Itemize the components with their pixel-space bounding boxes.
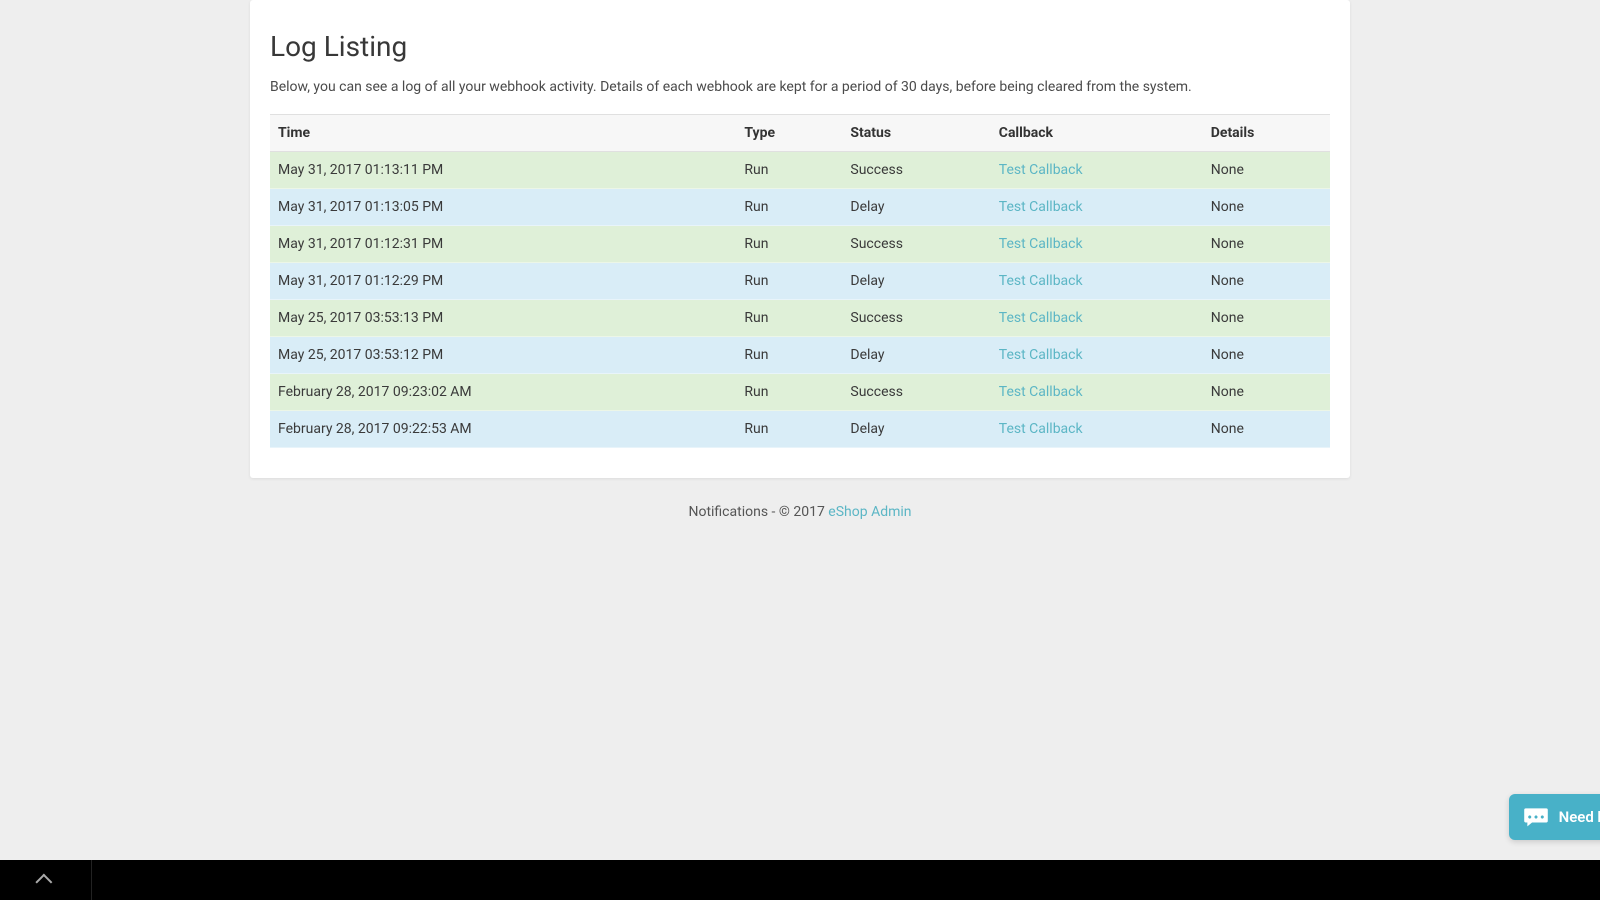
bottom-bar <box>0 860 1600 900</box>
table-body: May 31, 2017 01:13:11 PMRunSuccessTest C… <box>270 152 1330 448</box>
cell-time: May 31, 2017 01:12:31 PM <box>270 226 736 263</box>
test-callback-link[interactable]: Test Callback <box>999 199 1083 215</box>
chat-icon <box>1523 806 1549 828</box>
cell-type: Run <box>736 411 842 448</box>
table-row: February 28, 2017 09:23:02 AMRunSuccess T… <box>270 374 1330 411</box>
chevron-up-icon <box>35 874 52 891</box>
cell-callback: Test Callback <box>991 300 1203 337</box>
table-row: May 25, 2017 03:53:12 PMRunDelay Test Cal… <box>270 337 1330 374</box>
table-row: May 31, 2017 01:13:11 PMRunSuccess Test C… <box>270 152 1330 189</box>
cell-callback: Test Callback <box>991 226 1203 263</box>
cell-details: None <box>1203 152 1330 189</box>
cell-time: February 28, 2017 09:23:02 AM <box>270 374 736 411</box>
cell-time: May 31, 2017 01:12:29 PM <box>270 263 736 300</box>
table-row: May 31, 2017 01:13:05 PMRunDelay Test Cal… <box>270 189 1330 226</box>
col-header-type: Type <box>736 115 842 152</box>
cell-time: May 31, 2017 01:13:05 PM <box>270 189 736 226</box>
log-table: Time Type Status Callback Details May 31… <box>270 114 1330 448</box>
footer-link[interactable]: eShop Admin <box>828 504 911 520</box>
log-card: Log Listing Below, you can see a log of … <box>250 0 1350 478</box>
cell-status: Delay <box>842 189 990 226</box>
page-title: Log Listing <box>270 20 1330 63</box>
cell-status: Success <box>842 300 990 337</box>
cell-details: None <box>1203 226 1330 263</box>
test-callback-link[interactable]: Test Callback <box>999 236 1083 252</box>
cell-type: Run <box>736 263 842 300</box>
cell-callback: Test Callback <box>991 411 1203 448</box>
test-callback-link[interactable]: Test Callback <box>999 273 1083 289</box>
cell-type: Run <box>736 337 842 374</box>
test-callback-link[interactable]: Test Callback <box>999 347 1083 363</box>
cell-callback: Test Callback <box>991 263 1203 300</box>
table-row: May 25, 2017 03:53:13 PMRunSuccess Test C… <box>270 300 1330 337</box>
cell-time: May 31, 2017 01:13:11 PM <box>270 152 736 189</box>
col-header-time: Time <box>270 115 736 152</box>
cell-status: Delay <box>842 263 990 300</box>
test-callback-link[interactable]: Test Callback <box>999 421 1083 437</box>
cell-callback: Test Callback <box>991 189 1203 226</box>
cell-status: Success <box>842 374 990 411</box>
cell-details: None <box>1203 300 1330 337</box>
cell-callback: Test Callback <box>991 152 1203 189</box>
help-label: Need he <box>1559 808 1600 826</box>
col-header-callback: Callback <box>991 115 1203 152</box>
col-header-status: Status <box>842 115 990 152</box>
table-row: February 28, 2017 09:22:53 AMRunDelay Tes… <box>270 411 1330 448</box>
cell-status: Success <box>842 226 990 263</box>
cell-callback: Test Callback <box>991 337 1203 374</box>
cell-type: Run <box>736 189 842 226</box>
cell-details: None <box>1203 263 1330 300</box>
cell-callback: Test Callback <box>991 374 1203 411</box>
test-callback-link[interactable]: Test Callback <box>999 310 1083 326</box>
cell-type: Run <box>736 300 842 337</box>
cell-details: None <box>1203 374 1330 411</box>
cell-type: Run <box>736 152 842 189</box>
cell-time: February 28, 2017 09:22:53 AM <box>270 411 736 448</box>
test-callback-link[interactable]: Test Callback <box>999 162 1083 178</box>
cell-status: Delay <box>842 411 990 448</box>
cell-time: May 25, 2017 03:53:13 PM <box>270 300 736 337</box>
cell-details: None <box>1203 189 1330 226</box>
cell-type: Run <box>736 374 842 411</box>
cell-details: None <box>1203 337 1330 374</box>
help-widget[interactable]: Need he <box>1509 794 1600 840</box>
cell-details: None <box>1203 411 1330 448</box>
table-row: May 31, 2017 01:12:31 PMRunSuccess Test C… <box>270 226 1330 263</box>
cell-type: Run <box>736 226 842 263</box>
table-row: May 31, 2017 01:12:29 PMRunDelay Test Cal… <box>270 263 1330 300</box>
cell-time: May 25, 2017 03:53:12 PM <box>270 337 736 374</box>
test-callback-link[interactable]: Test Callback <box>999 384 1083 400</box>
footer: Notifications - © 2017 eShop Admin <box>0 498 1600 540</box>
scroll-to-top-button[interactable] <box>0 860 92 900</box>
page-description: Below, you can see a log of all your web… <box>270 77 1330 98</box>
cell-status: Delay <box>842 337 990 374</box>
footer-prefix: Notifications - © 2017 <box>688 504 828 520</box>
col-header-details: Details <box>1203 115 1330 152</box>
table-header-row: Time Type Status Callback Details <box>270 115 1330 152</box>
cell-status: Success <box>842 152 990 189</box>
